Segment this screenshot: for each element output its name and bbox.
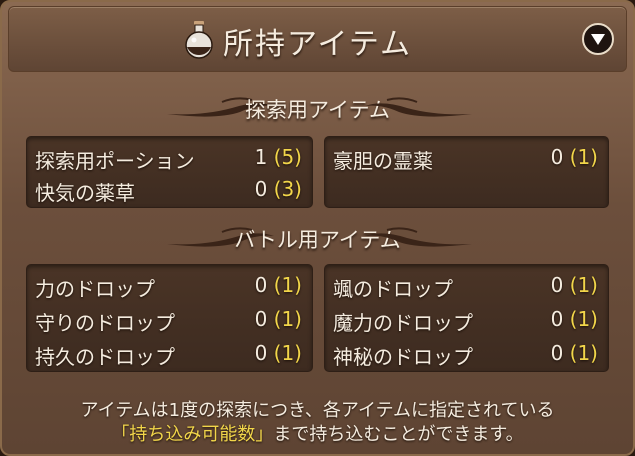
ornament-right-icon [365,97,472,117]
item-count: 0 (1) [550,307,598,331]
battle-section-title: バトル用アイテム [234,228,401,252]
item-name: 颯のドロップ [333,277,453,301]
item-name: 守りのドロップ [35,311,175,335]
item-count: 0 (1) [550,273,598,297]
panel-header: 所持アイテム [8,6,627,72]
item-count: 1 (5) [254,145,302,169]
item-name: 探索用ポーション [35,149,195,173]
battle-items-left: 力のドロップ 0 (1) 守りのドロップ 0 (1) 持久のドロップ 0 (1) [26,264,313,372]
list-item: 力のドロップ 0 (1) [27,271,312,301]
list-item: 快気の薬草 0 (3) [27,175,312,205]
chevron-down-icon [591,34,605,45]
item-count: 0 (1) [550,145,598,169]
battle-items-right: 颯のドロップ 0 (1) 魔力のドロップ 0 (1) 神秘のドロップ 0 (1) [324,264,609,372]
ornament-right-icon [365,227,472,247]
item-name: 力のドロップ [35,277,155,301]
item-name: 神秘のドロップ [333,345,473,369]
item-name: 快気の薬草 [35,181,135,205]
list-item: 探索用ポーション 1 (5) [27,143,312,173]
carry-limit-highlight: 「持ち込み可能数」 [111,424,274,445]
explore-section-title: 探索用アイテム [245,98,390,122]
list-item: 魔力のドロップ 0 (1) [325,305,608,335]
footer-note-line2: 「持ち込み可能数」まで持ち込むことができます。 [2,420,633,446]
page-title: 所持アイテム [223,27,412,62]
item-count: 0 (1) [254,307,302,331]
list-item: 豪胆の霊薬 0 (1) [325,143,608,173]
collapse-toggle-button[interactable] [582,23,614,55]
item-name: 魔力のドロップ [333,311,473,335]
list-item: 神秘のドロップ 0 (1) [325,339,608,369]
inventory-panel: 所持アイテム 探索用アイテム 探索用ポーション 1 (5) 快気の薬草 0 (3… [0,0,635,456]
item-count: 0 (1) [254,341,302,365]
item-name: 持久のドロップ [35,345,175,369]
footer-note-rest: まで持ち込むことができます。 [273,424,524,445]
list-item: 守りのドロップ 0 (1) [27,305,312,335]
explore-items-right: 豪胆の霊薬 0 (1) [324,136,609,208]
list-item: 颯のドロップ 0 (1) [325,271,608,301]
item-count: 0 (1) [254,273,302,297]
item-name: 豪胆の霊薬 [333,149,433,173]
item-count: 0 (1) [550,341,598,365]
explore-items-left: 探索用ポーション 1 (5) 快気の薬草 0 (3) [26,136,313,208]
footer-note-line1: アイテムは1度の探索につき、各アイテムに指定されている [80,400,555,421]
item-count: 0 (3) [254,177,302,201]
list-item: 持久のドロップ 0 (1) [27,339,312,369]
